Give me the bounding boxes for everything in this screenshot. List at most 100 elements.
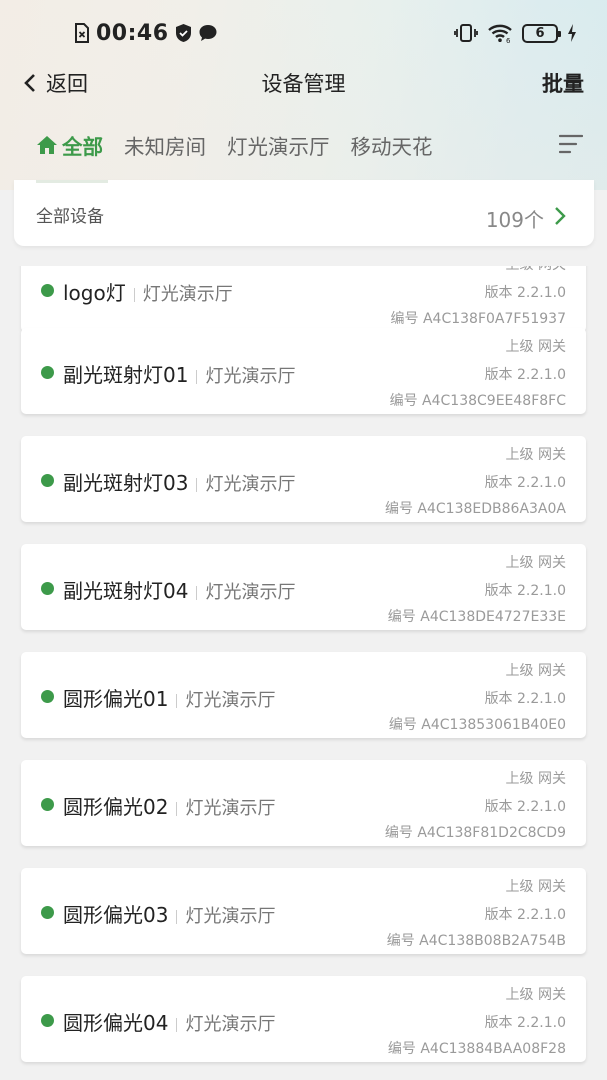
tab-label: 移动天花 <box>350 135 433 159</box>
status-right: 6 6 <box>454 19 577 47</box>
device-list[interactable]: logo灯灯光演示厅 上级 网关 版本 2.2.1.0 编号 A4C138F0A… <box>0 266 607 1080</box>
device-version: 版本 2.2.1.0 <box>485 282 566 302</box>
version-value: 2.2.1.0 <box>517 367 566 383</box>
device-serial: 编号 A4C138F0A7F51937 <box>391 308 566 328</box>
device-serial: 编号 A4C138B08B2A754B <box>387 930 566 950</box>
online-status-dot <box>41 474 54 487</box>
device-card[interactable]: 圆形偏光03 灯光演示厅 上级 网关 版本 2.2.1.0 编号 A4C138B0… <box>21 868 586 954</box>
version-value: 2.2.1.0 <box>517 799 566 815</box>
device-card[interactable]: 副光斑射灯03 灯光演示厅 上级 网关 版本 2.2.1.0 编号 A4C138E… <box>21 436 586 522</box>
device-name-text: 圆形偏光02 <box>63 795 169 819</box>
batch-button[interactable]: 批量 <box>542 68 584 98</box>
online-status-dot <box>41 366 54 379</box>
version-value: 2.2.1.0 <box>517 583 566 599</box>
device-card[interactable]: 圆形偏光01 灯光演示厅 上级 网关 版本 2.2.1.0 编号 A4C13853… <box>21 652 586 738</box>
serial-prefix: 编号 <box>389 393 418 409</box>
tab-unknown-room[interactable]: 未知房间 <box>124 130 206 160</box>
serial-prefix: 编号 <box>386 933 415 949</box>
device-count: 109个 <box>485 208 544 232</box>
divider <box>133 287 135 302</box>
parent-prefix: 上级 <box>505 339 534 355</box>
version-prefix: 版本 <box>484 907 513 923</box>
page-title: 设备管理 <box>261 72 346 96</box>
serial-value: A4C138EDB86A3A0A <box>417 501 566 517</box>
chat-bubble-icon <box>198 23 218 43</box>
parent-value: 网关 <box>538 879 566 895</box>
parent-value: 网关 <box>538 771 566 787</box>
device-name-text: 副光斑射灯01 <box>63 363 189 387</box>
online-status-dot <box>41 1014 54 1027</box>
version-value: 2.2.1.0 <box>517 285 566 301</box>
status-time: 00:46 <box>96 20 169 46</box>
device-room: 灯光演示厅 <box>142 284 233 305</box>
device-version: 版本 2.2.1.0 <box>485 688 566 708</box>
parent-prefix: 上级 <box>505 987 534 1003</box>
status-bar: 00:46 6 6 <box>0 0 607 64</box>
online-status-dot <box>41 690 54 703</box>
tab-all[interactable]: 全部 <box>36 130 103 160</box>
device-card[interactable]: logo灯灯光演示厅 上级 网关 版本 2.2.1.0 编号 A4C138F0A… <box>21 266 586 332</box>
device-room: 灯光演示厅 <box>205 474 296 495</box>
serial-prefix: 编号 <box>387 1041 416 1057</box>
device-card[interactable]: 副光斑射灯01 灯光演示厅 上级 网关 版本 2.2.1.0 编号 A4C138C… <box>21 328 586 414</box>
device-name: logo灯 灯光演示厅 <box>63 277 233 306</box>
wifi-icon: 6 <box>487 23 513 43</box>
device-parent: 上级 网关 <box>506 876 566 896</box>
device-name-text: 副光斑射灯04 <box>63 579 189 603</box>
divider <box>176 693 178 708</box>
device-parent: 上级 网关 <box>506 266 566 274</box>
divider <box>196 477 198 492</box>
serial-prefix: 编号 <box>387 609 416 625</box>
serial-value: A4C138DE4727E33E <box>420 609 566 625</box>
device-name-text: 圆形偏光01 <box>63 687 169 711</box>
online-status-dot <box>41 798 54 811</box>
parent-value: 网关 <box>538 266 566 273</box>
battery-level: 6 <box>535 25 545 41</box>
device-card[interactable]: 副光斑射灯04 灯光演示厅 上级 网关 版本 2.2.1.0 编号 A4C138D… <box>21 544 586 630</box>
chevron-right-icon <box>554 206 566 230</box>
battery-indicator: 6 <box>522 23 561 43</box>
device-card[interactable]: 圆形偏光04 灯光演示厅 上级 网关 版本 2.2.1.0 编号 A4C13884… <box>21 976 586 1062</box>
device-room: 灯光演示厅 <box>185 906 276 927</box>
device-version: 版本 2.2.1.0 <box>485 580 566 600</box>
charging-bolt-icon <box>567 23 577 43</box>
divider <box>196 369 198 384</box>
serial-value: A4C138F81D2C8CD9 <box>417 825 566 841</box>
svg-text:6: 6 <box>506 37 511 43</box>
tab-label: 全部 <box>62 135 103 159</box>
parent-prefix: 上级 <box>505 663 534 679</box>
serial-value: A4C138B08B2A754B <box>419 933 566 949</box>
vibrate-icon <box>454 24 478 42</box>
divider <box>176 909 178 924</box>
version-value: 2.2.1.0 <box>517 1015 566 1031</box>
parent-value: 网关 <box>538 663 566 679</box>
device-room: 灯光演示厅 <box>205 366 296 387</box>
online-status-dot <box>41 284 54 297</box>
version-prefix: 版本 <box>484 475 513 491</box>
device-name-text: 圆形偏光03 <box>63 903 169 927</box>
device-parent: 上级 网关 <box>506 444 566 464</box>
tab-lighting-hall[interactable]: 灯光演示厅 <box>227 130 330 160</box>
serial-value: A4C13853061B40E0 <box>421 717 566 733</box>
tab-mobile-ceiling[interactable]: 移动天花 <box>351 130 433 160</box>
device-name: 副光斑射灯04 灯光演示厅 <box>63 575 295 604</box>
parent-prefix: 上级 <box>505 771 534 787</box>
parent-prefix: 上级 <box>506 266 534 273</box>
all-devices-summary[interactable]: 全部设备 109个 <box>14 180 594 246</box>
device-parent: 上级 网关 <box>506 660 566 680</box>
app-header: 返回 设备管理 批量 <box>0 58 607 108</box>
device-serial: 编号 A4C13853061B40E0 <box>389 714 566 734</box>
shield-icon <box>175 23 192 43</box>
sim-card-icon <box>74 23 90 43</box>
device-card[interactable]: 圆形偏光02 灯光演示厅 上级 网关 版本 2.2.1.0 编号 A4C138F8… <box>21 760 586 846</box>
device-name: 圆形偏光03 灯光演示厅 <box>63 899 275 928</box>
device-serial: 编号 A4C138F81D2C8CD9 <box>385 822 566 842</box>
device-version: 版本 2.2.1.0 <box>485 796 566 816</box>
parent-value: 网关 <box>538 555 566 571</box>
tab-indicator <box>36 180 108 183</box>
tab-menu-icon[interactable] <box>558 134 584 158</box>
version-prefix: 版本 <box>484 799 513 815</box>
device-name: 圆形偏光02 灯光演示厅 <box>63 791 275 820</box>
home-icon <box>36 135 58 155</box>
device-room: 灯光演示厅 <box>185 690 276 711</box>
